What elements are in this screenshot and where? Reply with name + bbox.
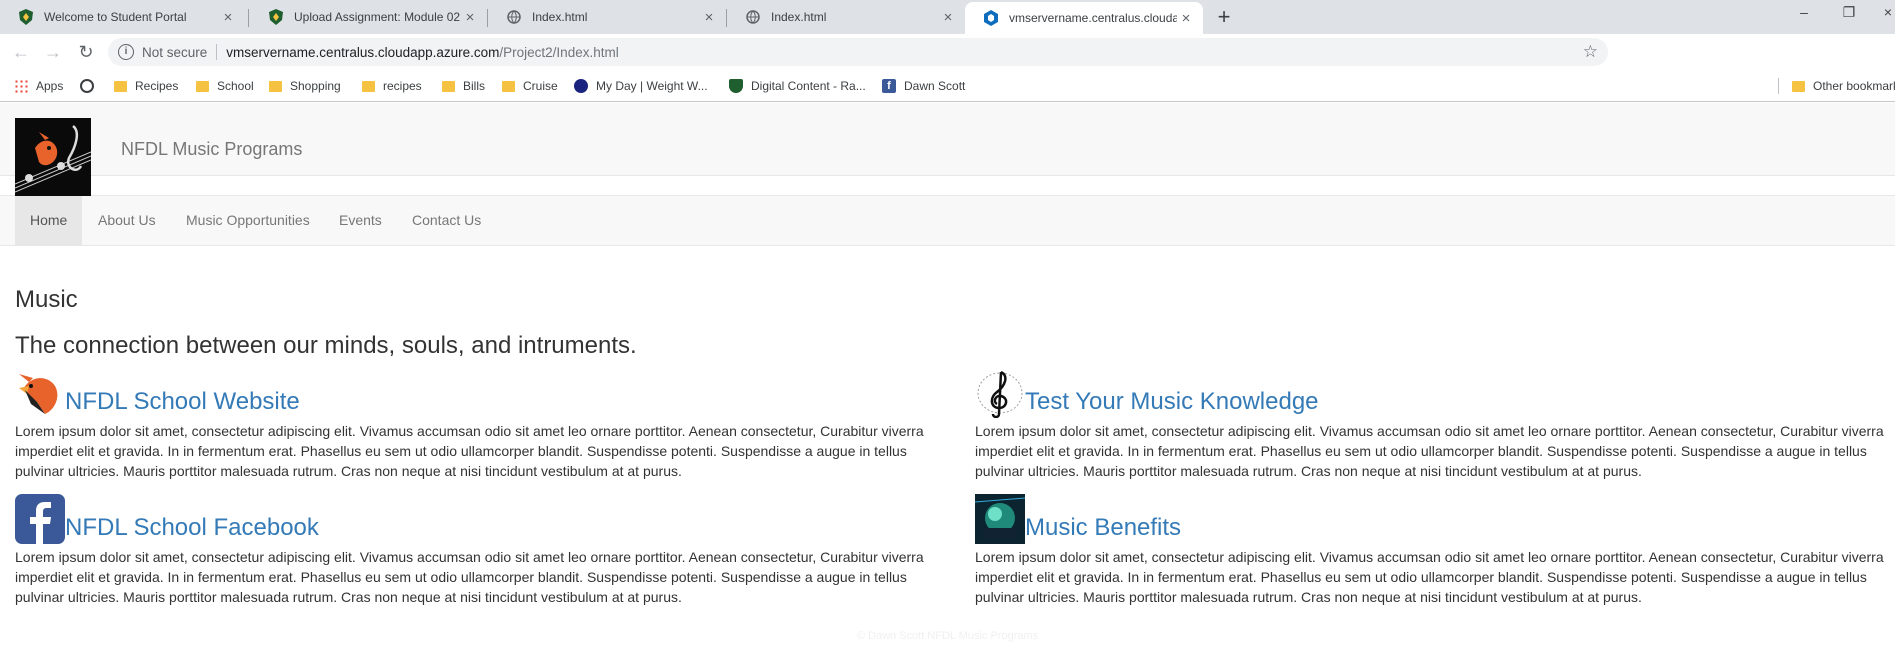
card-text: Lorem ipsum dolor sit amet, consectetur …	[15, 423, 924, 479]
apps-grid-icon	[14, 79, 28, 93]
minimize-button[interactable]: –	[1792, 4, 1816, 20]
nav-contact-us[interactable]: Contact Us	[397, 196, 496, 245]
folder-icon	[502, 80, 515, 92]
close-icon[interactable]: ×	[461, 9, 479, 26]
close-icon[interactable]: ×	[1177, 10, 1195, 27]
url-path: /Project2/Index.html	[499, 44, 619, 60]
folder-icon	[1792, 80, 1805, 92]
tab-active-site[interactable]: vmservername.centralus.cloudapp ×	[965, 2, 1203, 34]
tab-index-1[interactable]: Index.html ×	[488, 0, 726, 34]
treble-clef-icon	[975, 368, 1025, 419]
tab-title: Upload Assignment: Module 02 C	[294, 10, 461, 24]
forward-icon[interactable]: →	[41, 40, 65, 64]
close-icon[interactable]: ×	[939, 9, 957, 26]
globe-icon	[745, 9, 761, 25]
bookmark-weight-watchers[interactable]: My Day | Weight W...	[574, 77, 708, 95]
globe-icon	[80, 79, 94, 93]
link-school-website[interactable]: NFDL School Website	[65, 388, 300, 416]
bookmark-shopping[interactable]: Shopping	[269, 77, 341, 95]
tab-student-portal[interactable]: Welcome to Student Portal ×	[0, 0, 245, 34]
folder-icon	[114, 80, 127, 92]
info-icon[interactable]: i	[118, 44, 134, 60]
page-subtitle: The connection between our minds, souls,…	[15, 332, 637, 359]
bookmark-digital-content[interactable]: Digital Content - Ra...	[729, 77, 866, 95]
card-text: Lorem ipsum dolor sit amet, consectetur …	[15, 549, 924, 605]
tab-title: Index.html	[532, 10, 588, 24]
weight-watchers-icon	[574, 79, 588, 93]
shield-icon	[18, 9, 34, 25]
bookmark-recipes[interactable]: Recipes	[114, 77, 178, 95]
main-navbar: Home About Us Music Opportunities Events…	[0, 195, 1895, 246]
folder-icon	[269, 80, 282, 92]
security-label: Not secure	[142, 44, 208, 60]
card-text: Lorem ipsum dolor sit amet, consectetur …	[975, 423, 1884, 479]
cloud-logo-icon	[983, 10, 999, 26]
shield-icon	[268, 9, 284, 25]
bookmark-globe[interactable]	[80, 77, 102, 95]
shield-icon	[729, 79, 743, 93]
music-benefits-thumbnail	[974, 494, 1026, 544]
bookmark-cruise[interactable]: Cruise	[502, 77, 558, 95]
folder-icon	[362, 80, 375, 92]
url-host: vmservername.centralus.cloudapp.azure.co…	[226, 44, 500, 60]
card-text: Lorem ipsum dolor sit amet, consectetur …	[975, 549, 1884, 605]
restore-button[interactable]: ❐	[1837, 4, 1861, 21]
card-music-benefits: Music Benefits Lorem ipsum dolor sit ame…	[974, 494, 1895, 607]
close-window-button[interactable]: ×	[1876, 4, 1895, 20]
reload-icon[interactable]: ↻	[74, 40, 98, 64]
link-music-benefits[interactable]: Music Benefits	[1025, 514, 1181, 542]
tab-upload-assignment[interactable]: Upload Assignment: Module 02 C ×	[250, 0, 487, 34]
card-school-facebook: NFDL School Facebook Lorem ipsum dolor s…	[15, 494, 955, 607]
tab-index-2[interactable]: Index.html ×	[727, 0, 965, 34]
new-tab-button[interactable]: +	[1212, 6, 1236, 30]
nav-music-opportunities[interactable]: Music Opportunities	[171, 196, 325, 245]
site-logo	[15, 118, 91, 196]
nav-events[interactable]: Events	[324, 196, 397, 245]
bookmark-dawn-scott[interactable]: f Dawn Scott	[882, 77, 965, 95]
site-header: NFDL Music Programs	[0, 103, 1895, 176]
tab-strip: Welcome to Student Portal × Upload Assig…	[0, 0, 1895, 34]
card-music-knowledge: Test Your Music Knowledge Lorem ipsum do…	[975, 368, 1895, 481]
back-icon[interactable]: ←	[9, 40, 33, 64]
tab-title: Index.html	[771, 10, 827, 24]
globe-icon	[506, 9, 522, 25]
bookmark-other[interactable]: Other bookmarks	[1792, 77, 1895, 95]
browser-toolbar: ← → ↻ i Not secure vmservername.centralu…	[0, 34, 1895, 97]
bookmark-apps[interactable]: Apps	[14, 77, 63, 95]
close-icon[interactable]: ×	[700, 9, 718, 26]
facebook-icon	[15, 494, 65, 544]
address-bar[interactable]: i Not secure vmservername.centralus.clou…	[108, 38, 1608, 66]
link-music-knowledge[interactable]: Test Your Music Knowledge	[1025, 388, 1319, 416]
bookmark-bills[interactable]: Bills	[442, 77, 485, 95]
bookmarks-bar: Apps Recipes School Shopping recipes Bil…	[0, 70, 1895, 102]
tab-title: Welcome to Student Portal	[44, 10, 187, 24]
nav-home[interactable]: Home	[15, 196, 83, 245]
facebook-icon: f	[882, 79, 896, 93]
bookmark-recipes-2[interactable]: recipes	[362, 77, 422, 95]
cardinal-bird-icon	[15, 368, 65, 418]
link-school-facebook[interactable]: NFDL School Facebook	[65, 514, 319, 542]
page-footer: © Dawn Scott NFDL Music Programs	[856, 630, 1039, 642]
nav-about-us[interactable]: About Us	[83, 196, 171, 245]
bookmark-school[interactable]: School	[196, 77, 254, 95]
close-icon[interactable]: ×	[219, 9, 237, 26]
folder-icon	[196, 80, 209, 92]
page-title: Music	[15, 286, 78, 313]
tab-title: vmservername.centralus.cloudapp	[1009, 11, 1177, 25]
site-brand[interactable]: NFDL Music Programs	[121, 139, 302, 160]
bookmark-star-icon[interactable]: ☆	[1583, 42, 1598, 62]
card-school-website: NFDL School Website Lorem ipsum dolor si…	[15, 368, 955, 481]
folder-icon	[442, 80, 455, 92]
